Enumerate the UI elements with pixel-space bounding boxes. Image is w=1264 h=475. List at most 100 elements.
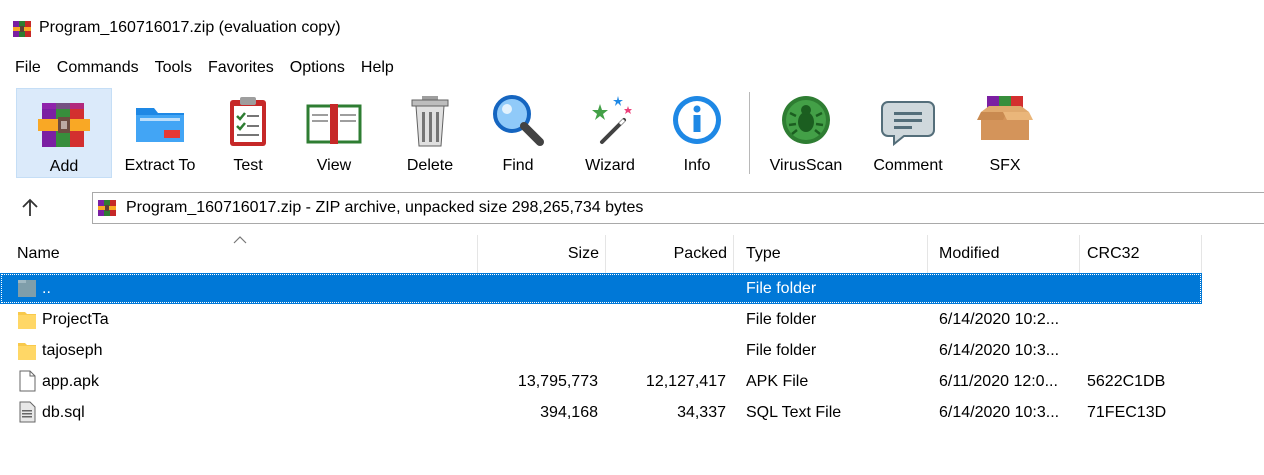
delete-button[interactable]: Delete	[390, 88, 470, 178]
window-title: Program_160716017.zip (evaluation copy)	[39, 19, 341, 36]
info-icon	[673, 96, 721, 144]
file-packed: 34,337	[677, 404, 726, 421]
folder-icon	[18, 343, 36, 360]
file-modified: 6/14/2020 10:3...	[939, 404, 1060, 421]
add-label: Add	[49, 158, 79, 175]
toolbar: Add Extract To Test View Delete Find Wiz…	[0, 84, 1264, 180]
file-type: File folder	[746, 280, 817, 297]
table-row[interactable]: .. File folder	[0, 273, 1202, 304]
menu-bar: File Commands Tools Favorites Options He…	[0, 55, 402, 81]
column-header-type[interactable]: Type	[734, 235, 928, 273]
column-crc32-label: CRC32	[1087, 245, 1140, 262]
magnifier-icon	[493, 95, 544, 146]
extract-to-button[interactable]: Extract To	[112, 88, 208, 178]
delete-label: Delete	[406, 157, 454, 174]
menu-favorites[interactable]: Favorites	[200, 55, 282, 81]
title-bar: Program_160716017.zip (evaluation copy)	[0, 0, 1264, 52]
column-size-label: Size	[567, 245, 599, 262]
wizard-button[interactable]: Wizard	[568, 88, 652, 178]
table-row[interactable]: db.sql 394,168 34,337 SQL Text File 6/14…	[0, 397, 1202, 428]
menu-help[interactable]: Help	[353, 55, 402, 81]
wizard-label: Wizard	[585, 157, 635, 174]
column-type-label: Type	[746, 245, 781, 262]
parent-folder-icon	[18, 280, 36, 297]
file-packed	[606, 304, 726, 335]
virusscan-label: VirusScan	[769, 157, 843, 174]
file-name: app.apk	[42, 373, 99, 390]
file-modified: 6/14/2020 10:2...	[939, 311, 1060, 328]
add-button[interactable]: Add	[16, 88, 112, 178]
file-name: ..	[42, 280, 51, 297]
magic-wand-icon	[592, 96, 632, 144]
table-row[interactable]: ProjectTa File folder 6/14/2020 10:2...	[0, 304, 1202, 335]
column-header-size[interactable]: Size	[478, 235, 606, 273]
sql-file-icon	[19, 401, 36, 423]
list-header: Name Size Packed Type Modified CRC32	[0, 235, 1202, 274]
column-header-packed[interactable]: Packed	[606, 235, 734, 273]
view-button[interactable]: View	[294, 88, 374, 178]
file-list: Name Size Packed Type Modified CRC32 ..	[0, 235, 1264, 475]
file-packed	[606, 273, 726, 304]
extract-to-label: Extract To	[124, 157, 196, 174]
file-packed	[606, 335, 726, 366]
menu-options[interactable]: Options	[282, 55, 353, 81]
column-modified-label: Modified	[939, 245, 1000, 262]
folder-icon	[18, 312, 36, 329]
info-label: Info	[683, 157, 711, 174]
toolbar-separator	[749, 92, 750, 174]
extract-folder-icon	[136, 108, 184, 142]
table-row[interactable]: app.apk 13,795,773 12,127,417 APK File 6…	[0, 366, 1202, 397]
test-button[interactable]: Test	[208, 88, 288, 178]
column-header-modified[interactable]: Modified	[928, 235, 1080, 273]
find-button[interactable]: Find	[478, 88, 558, 178]
sfx-button[interactable]: SFX	[966, 88, 1044, 178]
file-rows: .. File folder ProjectTa File folder 6/1…	[0, 273, 1202, 428]
menu-tools[interactable]: Tools	[147, 55, 200, 81]
comment-bubble-icon	[881, 101, 935, 147]
file-size	[478, 304, 598, 335]
menu-file[interactable]: File	[0, 55, 49, 81]
sort-ascending-icon	[233, 236, 247, 244]
file-modified	[939, 273, 1079, 304]
winrar-archive-icon	[98, 200, 116, 216]
trash-can-icon	[411, 96, 449, 147]
virus-scan-icon	[782, 96, 830, 144]
virusscan-button[interactable]: VirusScan	[760, 88, 852, 178]
file-packed: 12,127,417	[645, 373, 726, 390]
file-size	[478, 273, 598, 304]
address-field[interactable]: Program_160716017.zip - ZIP archive, unp…	[92, 192, 1264, 224]
winrar-icon	[13, 21, 31, 37]
up-arrow-icon[interactable]	[18, 196, 42, 220]
file-type: File folder	[746, 342, 817, 359]
file-size: 394,168	[540, 404, 598, 421]
file-type: APK File	[746, 373, 809, 390]
file-type: SQL Text File	[746, 404, 842, 421]
test-label: Test	[233, 157, 263, 174]
column-packed-label: Packed	[673, 245, 727, 262]
file-name: db.sql	[42, 404, 85, 421]
comment-button[interactable]: Comment	[860, 88, 956, 178]
file-type: File folder	[746, 311, 817, 328]
file-crc32	[1087, 273, 1197, 304]
file-modified: 6/11/2020 12:0...	[939, 373, 1058, 390]
clipboard-check-icon	[230, 97, 266, 146]
sfx-label: SFX	[989, 157, 1021, 174]
table-row[interactable]: tajoseph File folder 6/14/2020 10:3...	[0, 335, 1202, 366]
file-crc32: 71FEC13D	[1087, 404, 1167, 421]
column-name-label: Name	[17, 245, 60, 262]
view-label: View	[316, 157, 352, 174]
info-button[interactable]: Info	[657, 88, 737, 178]
comment-label: Comment	[873, 157, 943, 174]
file-crc32	[1087, 304, 1197, 335]
file-icon	[19, 370, 36, 392]
file-size: 13,795,773	[517, 373, 598, 390]
file-name: ProjectTa	[42, 311, 109, 328]
file-crc32: 5622C1DB	[1087, 373, 1166, 390]
menu-commands[interactable]: Commands	[49, 55, 147, 81]
file-name: tajoseph	[42, 342, 103, 359]
address-text: Program_160716017.zip - ZIP archive, unp…	[126, 199, 644, 216]
column-header-crc32[interactable]: CRC32	[1080, 235, 1202, 273]
address-bar: Program_160716017.zip - ZIP archive, unp…	[0, 189, 1264, 229]
file-crc32	[1087, 335, 1197, 366]
file-size	[478, 335, 598, 366]
